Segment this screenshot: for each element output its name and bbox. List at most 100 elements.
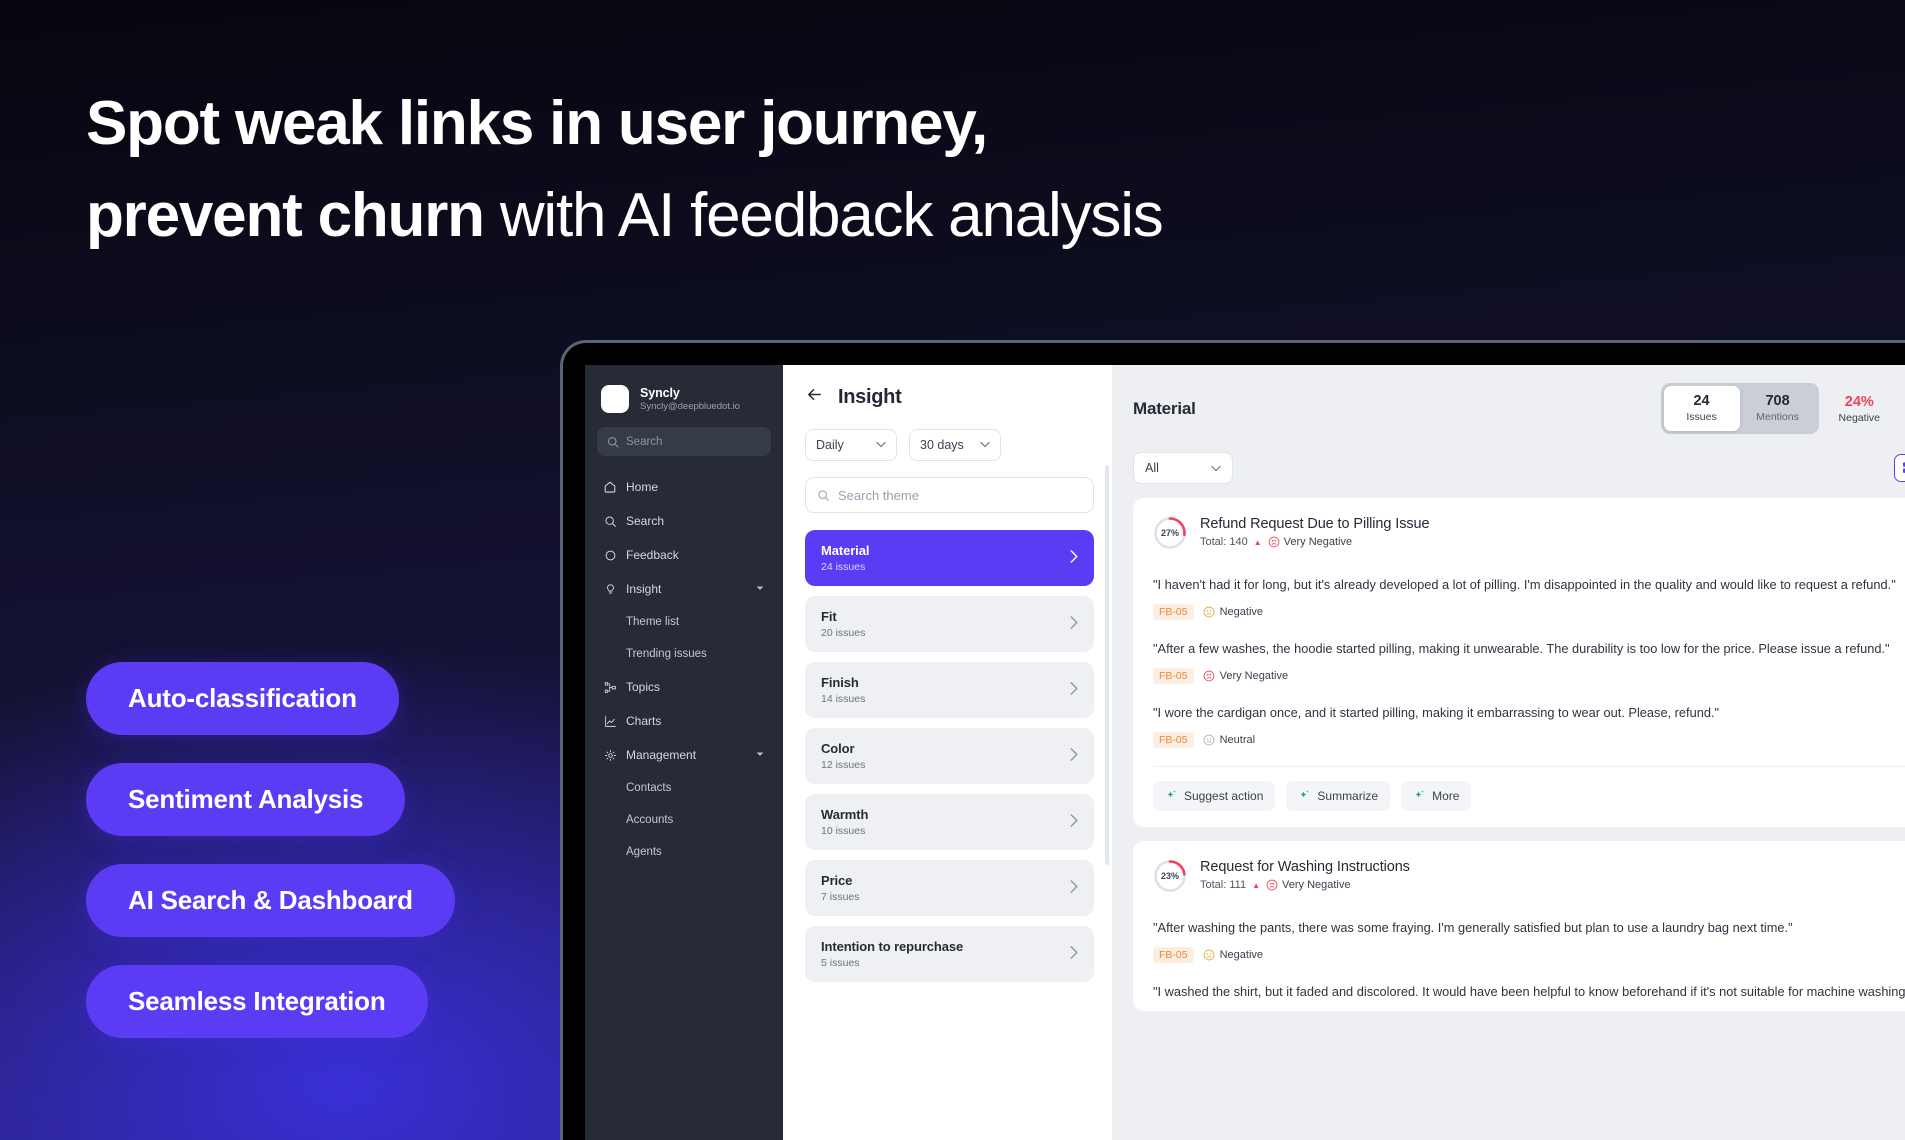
sidebar-item-home[interactable]: Home xyxy=(597,470,771,504)
theme-item-intention-to-repurchase[interactable]: Intention to repurchase 5 issues xyxy=(805,926,1094,982)
chevron-right-icon xyxy=(1070,616,1078,632)
bulb-icon xyxy=(603,582,617,596)
sidebar-search-placeholder: Search xyxy=(626,435,663,448)
sidebar-item-topics[interactable]: Topics xyxy=(597,670,771,704)
negative-face-icon xyxy=(1203,606,1214,618)
summarize-button[interactable]: Summarize xyxy=(1286,781,1391,811)
theme-item-warmth[interactable]: Warmth 10 issues xyxy=(805,794,1094,850)
sidebar-item-label: Trending issues xyxy=(626,648,707,660)
sentiment-filter-select[interactable]: All xyxy=(1133,452,1233,484)
metric-issues-value: 24 xyxy=(1693,393,1710,409)
feature-pill-sentiment-analysis[interactable]: Sentiment Analysis xyxy=(86,763,406,836)
circle-icon xyxy=(603,548,617,562)
range-select-value: 30 days xyxy=(920,438,964,452)
theme-item-fit[interactable]: Fit 20 issues xyxy=(805,596,1094,652)
theme-name: Fit xyxy=(821,609,837,624)
sidebar-item-label: Home xyxy=(626,480,659,494)
sidebar-item-theme-list[interactable]: Theme list xyxy=(597,606,771,638)
view-toggle-group xyxy=(1894,454,1905,482)
very-negative-face-icon xyxy=(1203,670,1214,682)
theme-item-finish[interactable]: Finish 14 issues xyxy=(805,662,1094,718)
feedback-quote: "After washing the pants, there was some… xyxy=(1153,920,1793,935)
chevron-down-icon[interactable] xyxy=(755,582,765,596)
metric-negative-label: Negative xyxy=(1838,411,1880,424)
sparkle-icon[interactable] xyxy=(1900,396,1905,421)
chevron-down-icon[interactable] xyxy=(755,748,765,762)
theme-search-placeholder: Search theme xyxy=(838,487,919,503)
theme-list: Material 24 issues Fit 20 issues Finish 14 … xyxy=(805,530,1094,982)
chevron-right-icon xyxy=(1070,748,1078,764)
issue-sentiment: Very Negative xyxy=(1266,879,1350,891)
grid-view-icon[interactable] xyxy=(1894,454,1905,482)
chevron-down-icon xyxy=(876,440,886,450)
period-select[interactable]: Daily xyxy=(805,429,897,461)
headline-line2-rest: with AI feedback analysis xyxy=(483,181,1164,250)
sidebar-item-search[interactable]: Search xyxy=(597,504,771,538)
sidebar-item-contacts[interactable]: Contacts xyxy=(597,772,771,804)
arrow-left-icon[interactable] xyxy=(805,385,824,409)
sidebar-item-feedback[interactable]: Feedback xyxy=(597,538,771,572)
range-select[interactable]: 30 days xyxy=(909,429,1001,461)
issue-meta: Total: 111 ▲ Very Negative xyxy=(1200,879,1410,891)
sentiment-label: Very Negative xyxy=(1283,536,1353,548)
sidebar-item-trending-issues[interactable]: Trending issues xyxy=(597,638,771,670)
sidebar-item-agents[interactable]: Agents xyxy=(597,836,771,868)
very-negative-face-icon xyxy=(1266,879,1278,891)
feedback-quote: "I wore the cardigan once, and it starte… xyxy=(1153,705,1720,720)
issue-card[interactable]: 23% Request for Washing Instructions Tot… xyxy=(1133,841,1905,1011)
issue-total: Total: 140 xyxy=(1200,536,1248,548)
feature-pill-ai-search-dashboard[interactable]: AI Search & Dashboard xyxy=(86,864,455,937)
metric-mentions-label: Mentions xyxy=(1756,411,1799,423)
theme-item-price[interactable]: Price 7 issues xyxy=(805,860,1094,916)
feedback-tag: FB-05 xyxy=(1153,668,1194,684)
chevron-down-icon xyxy=(1211,461,1221,475)
theme-search-input[interactable]: Search theme xyxy=(805,477,1094,513)
theme-count: 14 issues xyxy=(821,693,866,705)
feedback-sentiment: Very Negative xyxy=(1203,670,1288,682)
feature-pill-auto-classification[interactable]: Auto-classification xyxy=(86,662,399,735)
main-panel: Material 24 Issues 708 Mentions 24% Nega… xyxy=(1113,365,1905,1140)
card-action-row: Suggest action Summarize More xyxy=(1153,766,1905,827)
app-screen: Syncly Syncly@deepbluedot.io Search Home… xyxy=(585,365,1905,1140)
sidebar-item-label: Accounts xyxy=(626,814,674,826)
issue-sentiment: Very Negative xyxy=(1268,536,1352,548)
issue-total: Total: 111 xyxy=(1200,879,1247,891)
suggest-action-button[interactable]: Suggest action xyxy=(1153,781,1276,811)
sidebar-item-label: Theme list xyxy=(626,616,680,628)
metric-negative-value: 24% xyxy=(1844,393,1874,410)
percent-value: 23% xyxy=(1160,871,1179,881)
chevron-right-icon xyxy=(1070,814,1078,830)
metric-segmented-control: 24 Issues 708 Mentions xyxy=(1660,383,1819,434)
theme-list-scrollbar[interactable] xyxy=(1105,465,1109,865)
theme-item-material[interactable]: Material 24 issues xyxy=(805,530,1094,586)
chevron-right-icon xyxy=(1070,880,1078,896)
sidebar-item-insight[interactable]: Insight xyxy=(597,572,771,606)
sidebar-search-input[interactable]: Search xyxy=(597,427,771,456)
metric-issues[interactable]: 24 Issues xyxy=(1663,386,1740,431)
sidebar-nav: Home Search Feedback Insight Theme list xyxy=(597,470,771,868)
search-icon xyxy=(607,436,619,447)
action-label: More xyxy=(1432,789,1460,803)
feature-pill-seamless-integration[interactable]: Seamless Integration xyxy=(86,965,428,1038)
percent-donut: 27% xyxy=(1153,516,1187,550)
more-button[interactable]: More xyxy=(1401,781,1472,811)
sparkle-icon xyxy=(1413,789,1425,804)
sidebar-item-accounts[interactable]: Accounts xyxy=(597,804,771,836)
sentiment-label: Negative xyxy=(1219,949,1264,961)
theme-item-color[interactable]: Color 12 issues xyxy=(805,728,1094,784)
brand-name: Syncly xyxy=(640,386,680,400)
sidebar-item-management[interactable]: Management xyxy=(597,738,771,772)
sidebar-item-charts[interactable]: Charts xyxy=(597,704,771,738)
issue-card-header: 27% Refund Request Due to Pilling Issue … xyxy=(1153,516,1905,550)
metric-mentions[interactable]: 708 Mentions xyxy=(1740,386,1816,431)
issue-card-list: 27% Refund Request Due to Pilling Issue … xyxy=(1133,498,1905,1011)
brand-block[interactable]: Syncly Syncly@deepbluedot.io xyxy=(597,381,771,427)
sidebar-item-label: Contacts xyxy=(626,782,672,794)
chevron-down-icon xyxy=(980,440,990,450)
management-icon xyxy=(603,748,617,762)
issue-card[interactable]: 27% Refund Request Due to Pilling Issue … xyxy=(1133,498,1905,827)
home-icon xyxy=(603,480,617,494)
sidebar-item-label: Search xyxy=(626,514,665,528)
negative-face-icon xyxy=(1203,949,1214,961)
sidebar-item-label: Management xyxy=(626,748,697,762)
